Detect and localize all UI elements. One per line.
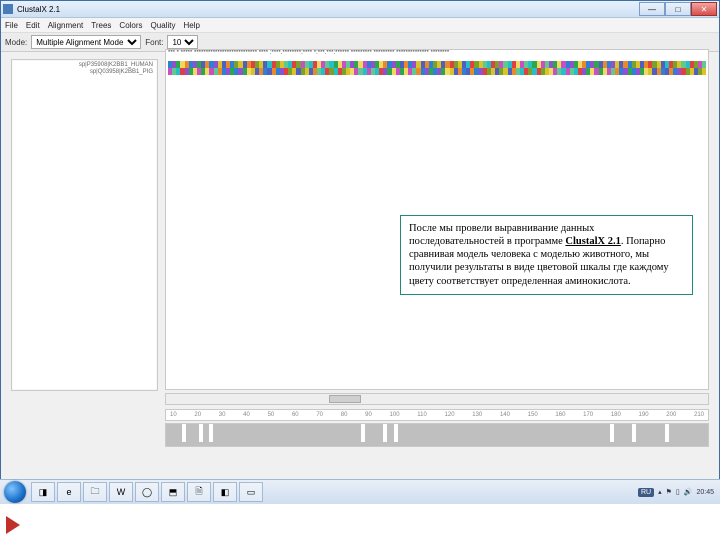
ruler-tick: 130 [472,412,482,418]
ruler-tick: 30 [219,412,226,418]
minimize-button[interactable]: — [639,2,665,16]
taskbar[interactable]: ◨e🗀W◯⬒🗎◧▭ RU ▴ ⚑ ▯ 🔊 20:45 [0,479,720,504]
task-buttons: ◨e🗀W◯⬒🗎◧▭ [30,482,264,502]
menu-colors[interactable]: Colors [119,21,142,30]
taskbar-app-button[interactable]: ◯ [135,482,159,502]
clock[interactable]: 20:45 [696,489,714,496]
taskbar-app-button[interactable]: e [57,482,81,502]
ruler-tick: 40 [243,412,250,418]
ruler-tick: 70 [316,412,323,418]
ruler-tick: 100 [390,412,400,418]
ruler-tick: 120 [445,412,455,418]
taskbar-app-button[interactable]: ▭ [239,482,263,502]
font-label: Font: [145,38,163,47]
language-indicator[interactable]: RU [638,488,654,497]
play-icon[interactable] [6,516,20,534]
menu-trees[interactable]: Trees [91,21,111,30]
titlebar[interactable]: ClustalX 2.1 — □ ✕ [1,1,719,18]
app-icon [3,4,13,14]
taskbar-app-button[interactable]: 🗀 [83,482,107,502]
tray-flag-icon[interactable]: ⚑ [666,488,672,496]
quality-gap [394,424,398,442]
taskbar-app-button[interactable]: W [109,482,133,502]
ruler-tick: 60 [292,412,299,418]
seq-name-row[interactable]: sp|P35908|K2BB1_HUMAN [79,62,153,69]
ruler-tick: 150 [528,412,538,418]
annotation-callout: После мы провели выравнивание данных пос… [400,215,693,295]
system-tray[interactable]: RU ▴ ⚑ ▯ 🔊 20:45 [638,488,720,497]
ruler-tick: 200 [666,412,676,418]
tray-network-icon[interactable]: ▯ [676,488,680,496]
start-button[interactable] [4,481,26,503]
taskbar-app-button[interactable]: 🗎 [187,482,211,502]
ruler-tick: 90 [365,412,372,418]
menu-alignment[interactable]: Alignment [48,21,84,30]
menubar: File Edit Alignment Trees Colors Quality… [1,18,719,33]
mode-label: Mode: [5,38,27,47]
quality-gap [361,424,365,442]
ruler-tick: 10 [170,412,177,418]
seq-name-row[interactable]: sp|Q03958|K2BB1_PIG [90,69,153,76]
ruler-tick: 140 [500,412,510,418]
quality-gap [199,424,203,442]
ruler-tick: 80 [341,412,348,418]
close-button[interactable]: ✕ [691,2,717,16]
ruler-pane: 10 20 30 40 50 60 70 80 90 100 110 120 130 140 150 160 1… [165,409,709,421]
tray-up-icon[interactable]: ▴ [658,488,662,496]
quality-gap [383,424,387,442]
window-title: ClustalX 2.1 [17,5,60,14]
taskbar-app-button[interactable]: ◨ [31,482,55,502]
menu-help[interactable]: Help [183,21,199,30]
tray-volume-icon[interactable]: 🔊 [684,488,693,496]
ruler-tick: 110 [417,412,427,418]
maximize-button[interactable]: □ [665,2,691,16]
ruler-tick: 190 [639,412,649,418]
quality-gap [610,424,614,442]
menu-file[interactable]: File [5,21,18,30]
scrollbar-thumb[interactable] [329,395,361,403]
quality-gap [632,424,636,442]
alignment-row[interactable] [168,61,706,68]
menu-quality[interactable]: Quality [151,21,176,30]
ruler-tick: 180 [611,412,621,418]
consensus-line: *** * ***** *************************** … [168,50,706,56]
menu-edit[interactable]: Edit [26,21,40,30]
quality-bar [165,423,709,447]
taskbar-app-button[interactable]: ⬒ [161,482,185,502]
mode-select[interactable]: Multiple Alignment Mode [31,35,141,49]
quality-gap [182,424,186,442]
h-scrollbar[interactable] [165,393,709,405]
note-program-name: ClustalX 2.1 [565,236,620,247]
window-controls: — □ ✕ [639,2,717,16]
quality-gap [209,424,213,442]
ruler-tick: 50 [268,412,275,418]
ruler-tick: 20 [194,412,201,418]
font-select[interactable]: 10 [167,35,198,49]
ruler-tick: 210 [694,412,704,418]
alignment-row[interactable] [168,68,706,75]
ruler-tick: 170 [583,412,593,418]
quality-gap [665,424,669,442]
ruler-tick: 160 [555,412,565,418]
taskbar-app-button[interactable]: ◧ [213,482,237,502]
sequence-names-pane[interactable]: sp|P35908|K2BB1_HUMAN sp|Q03958|K2BB1_PI… [11,59,158,391]
